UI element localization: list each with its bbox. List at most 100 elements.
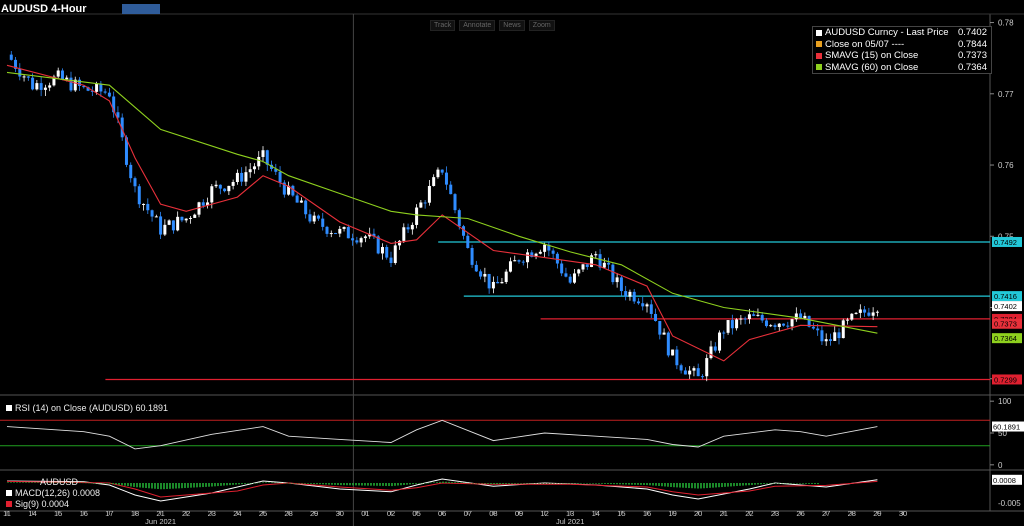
macd-histogram-bar [214,483,216,487]
annotate-button[interactable]: Annotate [459,20,496,31]
macd-histogram-bar [766,483,768,484]
macd-histogram-bar [28,482,30,483]
macd-histogram-bar [763,483,765,484]
candle-body [9,54,13,60]
macd-histogram-bar [637,483,639,485]
macd-histogram-bar [136,483,138,488]
candle-body [78,79,82,87]
macd-histogram-bar [31,482,33,483]
macd-histogram-bar [802,483,804,484]
chart-canvas: 0.730.740.750.760.770.780.74920.74160.73… [0,13,1024,526]
x-tick-label: 22 [182,509,190,518]
candle-body [163,224,167,235]
x-tick-label: 28 [284,509,292,518]
macd-histogram-bar [376,483,378,486]
y-tick-label: 0.77 [998,90,1014,99]
candle-body [824,339,828,342]
candle-body [380,247,384,254]
candle-body [103,91,107,93]
macd-histogram-bar [439,481,441,483]
candle-body [107,92,111,97]
candle-body [402,227,406,241]
macd-histogram-bar [430,482,432,484]
macd-histogram-bar [472,483,474,484]
macd-histogram-bar [205,483,207,487]
macd-histogram-bar [211,483,213,487]
macd-histogram-bar [283,482,285,484]
candle-body [666,332,670,356]
macd-histogram-bar [397,483,399,486]
candle-body [43,87,47,90]
candle-body [129,164,133,179]
title-tab-indicator[interactable] [122,4,160,14]
value-tag-label: 0.7402 [994,302,1017,311]
macd-histogram-bar [538,483,540,484]
macd-histogram-bar [454,482,456,483]
macd-histogram-bar [352,483,354,486]
macd-histogram-bar [805,483,807,484]
macd-histogram-bar [748,483,750,486]
macd-histogram-bar [814,483,816,485]
x-tick-label: 17 [105,509,113,518]
macd-histogram-bar [298,483,300,484]
macd-histogram-bar [355,483,357,486]
x-tick-label: 12 [540,509,548,518]
candle-body [500,281,504,284]
macd-histogram-bar [679,483,681,488]
candle-body [214,184,218,187]
candle-body [22,76,26,78]
month-label: Jul 2021 [556,517,584,526]
candle-body [474,264,478,272]
macd-histogram-bar [514,483,516,484]
x-tick-label: 15 [54,509,62,518]
candle-body [543,244,547,252]
candle-body [692,368,696,371]
zoom-button[interactable]: Zoom [528,20,555,31]
macd-histogram-bar [391,483,393,487]
macd-histogram-bar [469,482,471,484]
macd-histogram-bar [97,483,99,484]
candle-body [389,257,393,263]
candle-body [218,184,222,189]
macd-histogram-bar [313,483,315,485]
macd-histogram-bar [13,482,15,483]
x-tick-label: 29 [873,509,881,518]
macd-histogram-bar [412,483,414,485]
candle-body [346,227,350,239]
macd-histogram-bar [484,483,486,484]
candle-body [820,330,824,342]
macd-histogram-bar [238,483,240,485]
candle-body [739,318,743,320]
track-button[interactable]: Track [430,20,456,31]
macd-histogram-bar [616,483,618,485]
news-button[interactable]: News [499,20,525,31]
macd-histogram-bar [622,483,624,485]
macd-label-row: MACD(12,26) 0.0008 [6,488,100,498]
candle-body [679,365,683,371]
candle-body [747,314,751,320]
candle-body [304,200,308,215]
legend-entry-smavg-60[interactable]: SMAVG (60) on Close 0.7364 [813,62,991,74]
macd-histogram-bar [124,483,126,486]
legend-entry-smavg-15[interactable]: SMAVG (15) on Close 0.7373 [813,50,991,62]
square-icon [6,490,12,496]
candle-body [628,291,632,297]
candle-body [26,76,30,78]
macd-histogram-bar [811,483,813,484]
macd-histogram-bar [727,483,729,487]
macd-histogram-bar [556,483,558,484]
legend-entry-last-price[interactable]: AUDUSD Curncy - Last Price 0.7402 [813,27,991,39]
candle-body [235,172,239,183]
candle-body [95,83,99,92]
candle-body [790,319,794,327]
candle-body [709,346,713,359]
candle-body [355,240,359,243]
x-tick-label: 29 [310,509,318,518]
macd-histogram-bar [523,483,525,484]
macd-histogram-bar [268,482,270,483]
macd-histogram-bar [610,483,612,485]
candle-body [65,77,69,80]
legend-swatch [816,41,822,48]
macd-histogram-bar [100,483,102,484]
legend-entry-close[interactable]: Close on 05/07 ---- 0.7844 [813,39,991,51]
